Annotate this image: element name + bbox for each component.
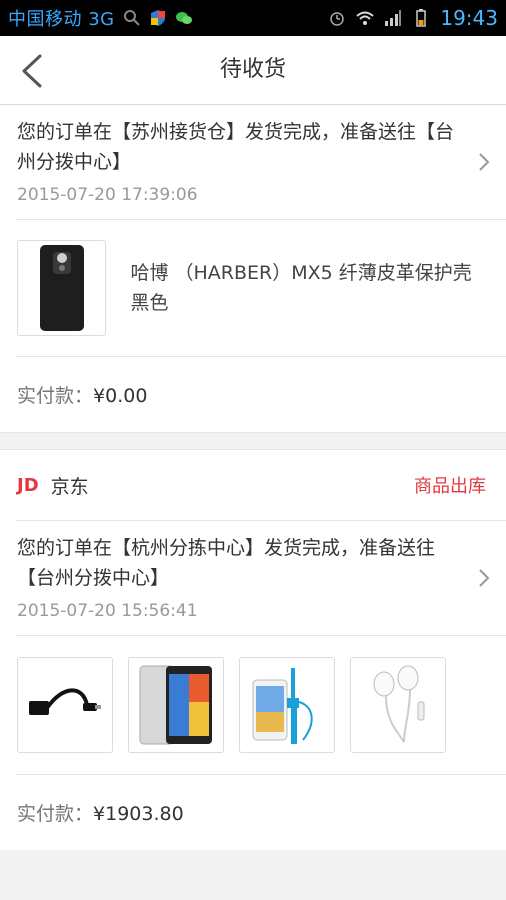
status-badge: 商品出库 <box>414 476 486 497</box>
store-name: 京东 <box>50 475 89 498</box>
alarm-icon <box>330 12 345 26</box>
product-row[interactable]: 哈博 （HARBER）MX5 纤薄皮革保护壳 黑色 <box>0 220 506 356</box>
selfie-stick-icon <box>252 668 313 744</box>
search-icon <box>123 10 140 26</box>
status-bar: 中国移动 3G 19:43 <box>0 0 506 36</box>
shield-icon <box>150 10 165 26</box>
payment-label: 实付款： <box>17 803 94 825</box>
logistics-text: 您的订单在【苏州接货仓】发货完成，准备送往【台州分拨中心】 <box>17 121 455 173</box>
smartphone-icon <box>139 665 212 745</box>
logistics-time: 2015-07-20 17:39:06 <box>17 185 198 205</box>
product-thumbnail[interactable] <box>17 657 113 753</box>
chevron-right-icon <box>479 153 490 171</box>
product-thumbnail[interactable] <box>239 657 335 753</box>
otg-cable-icon <box>29 688 101 715</box>
product-thumbnail[interactable] <box>17 240 107 336</box>
jd-logo: JD <box>17 474 39 496</box>
earphones-icon <box>373 665 425 743</box>
payment-label: 实付款： <box>17 385 94 407</box>
carrier-label: 中国移动 3G <box>8 9 115 30</box>
product-thumbnail[interactable] <box>350 657 446 753</box>
wifi-icon <box>356 11 375 25</box>
clock: 19:43 <box>440 6 498 30</box>
logistics-row[interactable]: 您的订单在【苏州接货仓】发货完成，准备送往【台州分拨中心】 2015-07-20… <box>0 105 506 219</box>
battery-icon <box>416 9 427 27</box>
payment-row: 实付款：¥0.00 <box>0 357 506 432</box>
wechat-icon <box>175 12 192 24</box>
page-title: 待收货 <box>219 57 286 82</box>
section-gap <box>0 432 506 450</box>
app-header: 待收货 <box>0 36 506 105</box>
chevron-right-icon <box>479 569 490 587</box>
payment-amount: ¥0.00 <box>93 385 148 407</box>
payment-row: 实付款：¥1903.80 <box>0 775 506 850</box>
logistics-time: 2015-07-20 15:56:41 <box>17 601 198 621</box>
phone-case-icon <box>39 245 84 331</box>
order-card: 您的订单在【苏州接货仓】发货完成，准备送往【台州分拨中心】 2015-07-20… <box>0 105 506 432</box>
logistics-row[interactable]: 您的订单在【杭州分拣中心】发货完成，准备送往【台州分拨中心】 2015-07-2… <box>0 521 506 635</box>
payment-amount: ¥1903.80 <box>93 803 184 825</box>
store-row[interactable]: JD 京东 商品出库 <box>0 450 506 520</box>
order-card: JD 京东 商品出库 您的订单在【杭州分拣中心】发货完成，准备送往【台州分拨中心… <box>0 450 506 850</box>
product-thumbnails[interactable] <box>0 636 506 774</box>
product-name: 哈博 （HARBER）MX5 纤薄皮革保护壳 黑色 <box>130 262 472 314</box>
signal-icon <box>385 10 402 26</box>
logistics-text: 您的订单在【杭州分拣中心】发货完成，准备送往【台州分拨中心】 <box>17 537 436 589</box>
product-thumbnail[interactable] <box>128 657 224 753</box>
